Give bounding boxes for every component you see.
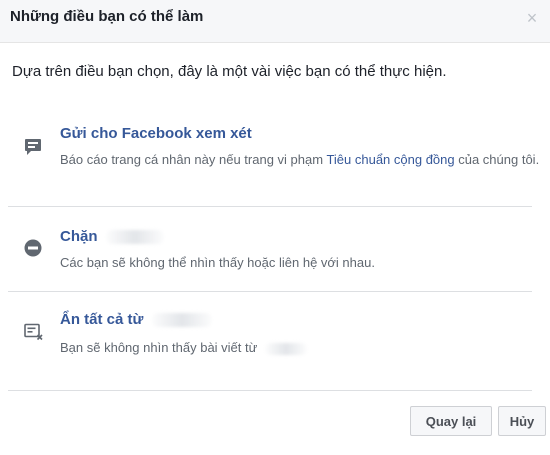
option-block-title-text: Chặn xyxy=(60,228,98,245)
report-dialog: Những điều bạn có thể làm × Dựa trên điề… xyxy=(0,0,550,455)
option-report-description-text: Báo cáo trang cá nhân này nếu trang vi p… xyxy=(60,152,327,167)
option-hide-all[interactable]: Ẩn tất cả từ Bạn sẽ không nhìn thấy bài … xyxy=(0,306,550,366)
option-block[interactable]: Chặn Các bạn sẽ không thể nhìn thấy hoặc… xyxy=(0,222,550,278)
dialog-header: Những điều bạn có thể làm × xyxy=(0,0,550,43)
option-hide-all-title: Ẩn tất cả từ xyxy=(60,311,212,328)
option-divider xyxy=(8,206,532,207)
option-hide-all-description-text: Bạn sẽ không nhìn thấy bài viết từ xyxy=(60,340,258,355)
dialog-title: Những điều bạn có thể làm xyxy=(10,8,204,25)
redacted-name xyxy=(151,313,212,328)
back-button[interactable]: Quay lại xyxy=(410,406,492,436)
option-report[interactable]: Gửi cho Facebook xem xét Báo cáo trang c… xyxy=(0,122,550,200)
close-icon[interactable]: × xyxy=(524,9,540,27)
option-block-description: Các bạn sẽ không thể nhìn thấy hoặc liên… xyxy=(60,255,375,270)
report-page-icon xyxy=(24,138,42,161)
hide-all-icon xyxy=(24,323,44,346)
option-report-description: Báo cáo trang cá nhân này nếu trang vi p… xyxy=(60,150,540,169)
block-icon xyxy=(24,239,42,262)
footer-divider xyxy=(8,390,532,391)
redacted-name xyxy=(264,342,307,355)
intro-text: Dựa trên điều bạn chọn, đây là một vài v… xyxy=(12,63,447,80)
redacted-name xyxy=(105,230,164,245)
option-hide-all-description: Bạn sẽ không nhìn thấy bài viết từ xyxy=(60,338,540,357)
option-divider xyxy=(8,291,532,292)
option-report-description-suffix: của chúng tôi. xyxy=(454,152,540,167)
community-standards-link[interactable]: Tiêu chuẩn cộng đồng xyxy=(326,152,454,167)
cancel-button[interactable]: Hủy xyxy=(498,406,546,436)
option-hide-all-title-text: Ẩn tất cả từ xyxy=(60,311,144,328)
option-report-title: Gửi cho Facebook xem xét xyxy=(60,125,252,142)
option-block-title: Chặn xyxy=(60,228,164,245)
